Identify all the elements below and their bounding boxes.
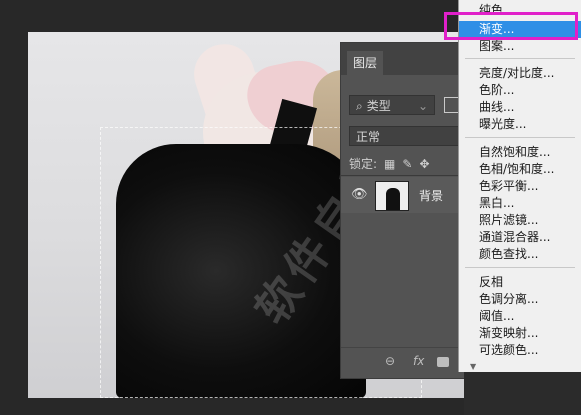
mask-icon[interactable] (437, 357, 449, 367)
blend-mode-select[interactable]: 正常 (349, 126, 469, 146)
menu-item-invert[interactable]: 反相 (459, 274, 581, 291)
menu-item-black-white[interactable]: 黑白... (459, 195, 581, 212)
layers-panel-footer: ⊖ fx (341, 347, 466, 378)
menu-separator (465, 58, 575, 59)
layers-panel-header: 图层 (341, 43, 466, 75)
menu-item-gradient[interactable]: 渐变... (459, 21, 581, 38)
menu-item-threshold[interactable]: 阈值... (459, 308, 581, 325)
menu-item-channel-mixer[interactable]: 通道混合器... (459, 229, 581, 246)
bottom-strip (464, 372, 581, 415)
menu-item-photo-filter[interactable]: 照片滤镜... (459, 212, 581, 229)
menu-separator (465, 137, 575, 138)
menu-item-hue-saturation[interactable]: 色相/饱和度... (459, 161, 581, 178)
menu-item-brightness-contrast[interactable]: 亮度/对比度... (459, 65, 581, 82)
menu-item-solid-color[interactable]: 纯色... (459, 2, 581, 19)
menu-item-posterize[interactable]: 色调分离... (459, 291, 581, 308)
adjustment-menu: 纯色... 渐变... 图案... 亮度/对比度... 色阶... 曲线... … (458, 0, 581, 372)
panel-divider (341, 175, 466, 176)
menu-item-color-lookup[interactable]: 颜色查找... (459, 246, 581, 263)
menu-item-gradient-map[interactable]: 渐变映射... (459, 325, 581, 342)
chevron-down-icon: ⌄ (417, 99, 428, 113)
layer-filter-select[interactable]: ⌕ 类型 ⌄ (349, 95, 435, 115)
move-icon[interactable]: ✥ (419, 157, 429, 171)
menu-item-vibrance[interactable]: 自然饱和度... (459, 144, 581, 161)
layers-panel: 图层 ⌕ 类型 ⌄ 正常 锁定: ▦ ✎ ✥ 👁 背景 ⊖ fx (340, 42, 469, 379)
menu-item-levels[interactable]: 色阶... (459, 82, 581, 99)
layers-tab[interactable]: 图层 (347, 51, 384, 75)
lock-label: 锁定: (349, 157, 378, 171)
brush-icon[interactable]: ✎ (402, 157, 412, 171)
menu-item-exposure[interactable]: 曝光度... (459, 116, 581, 133)
layer-row[interactable]: 👁 背景 (341, 177, 466, 213)
lock-row: 锁定: ▦ ✎ ✥ (349, 155, 437, 172)
lock-transparency-icon[interactable]: ▦ (384, 157, 395, 171)
menu-item-selective-color[interactable]: 可选颜色... (459, 342, 581, 359)
layer-name: 背景 (419, 189, 444, 203)
menu-item-pattern[interactable]: 图案... (459, 38, 581, 55)
fx-icon[interactable]: fx (413, 354, 424, 368)
layer-thumbnail (375, 181, 409, 211)
scroll-down-icon[interactable]: ▼ (470, 362, 476, 371)
link-icon[interactable]: ⊖ (385, 354, 395, 368)
menu-item-color-balance[interactable]: 色彩平衡... (459, 178, 581, 195)
filter-kind-label: 类型 (366, 99, 391, 113)
search-icon: ⌕ (356, 99, 363, 113)
eye-icon[interactable]: 👁 (351, 187, 368, 202)
menu-separator (465, 267, 575, 268)
menu-item-curves[interactable]: 曲线... (459, 99, 581, 116)
